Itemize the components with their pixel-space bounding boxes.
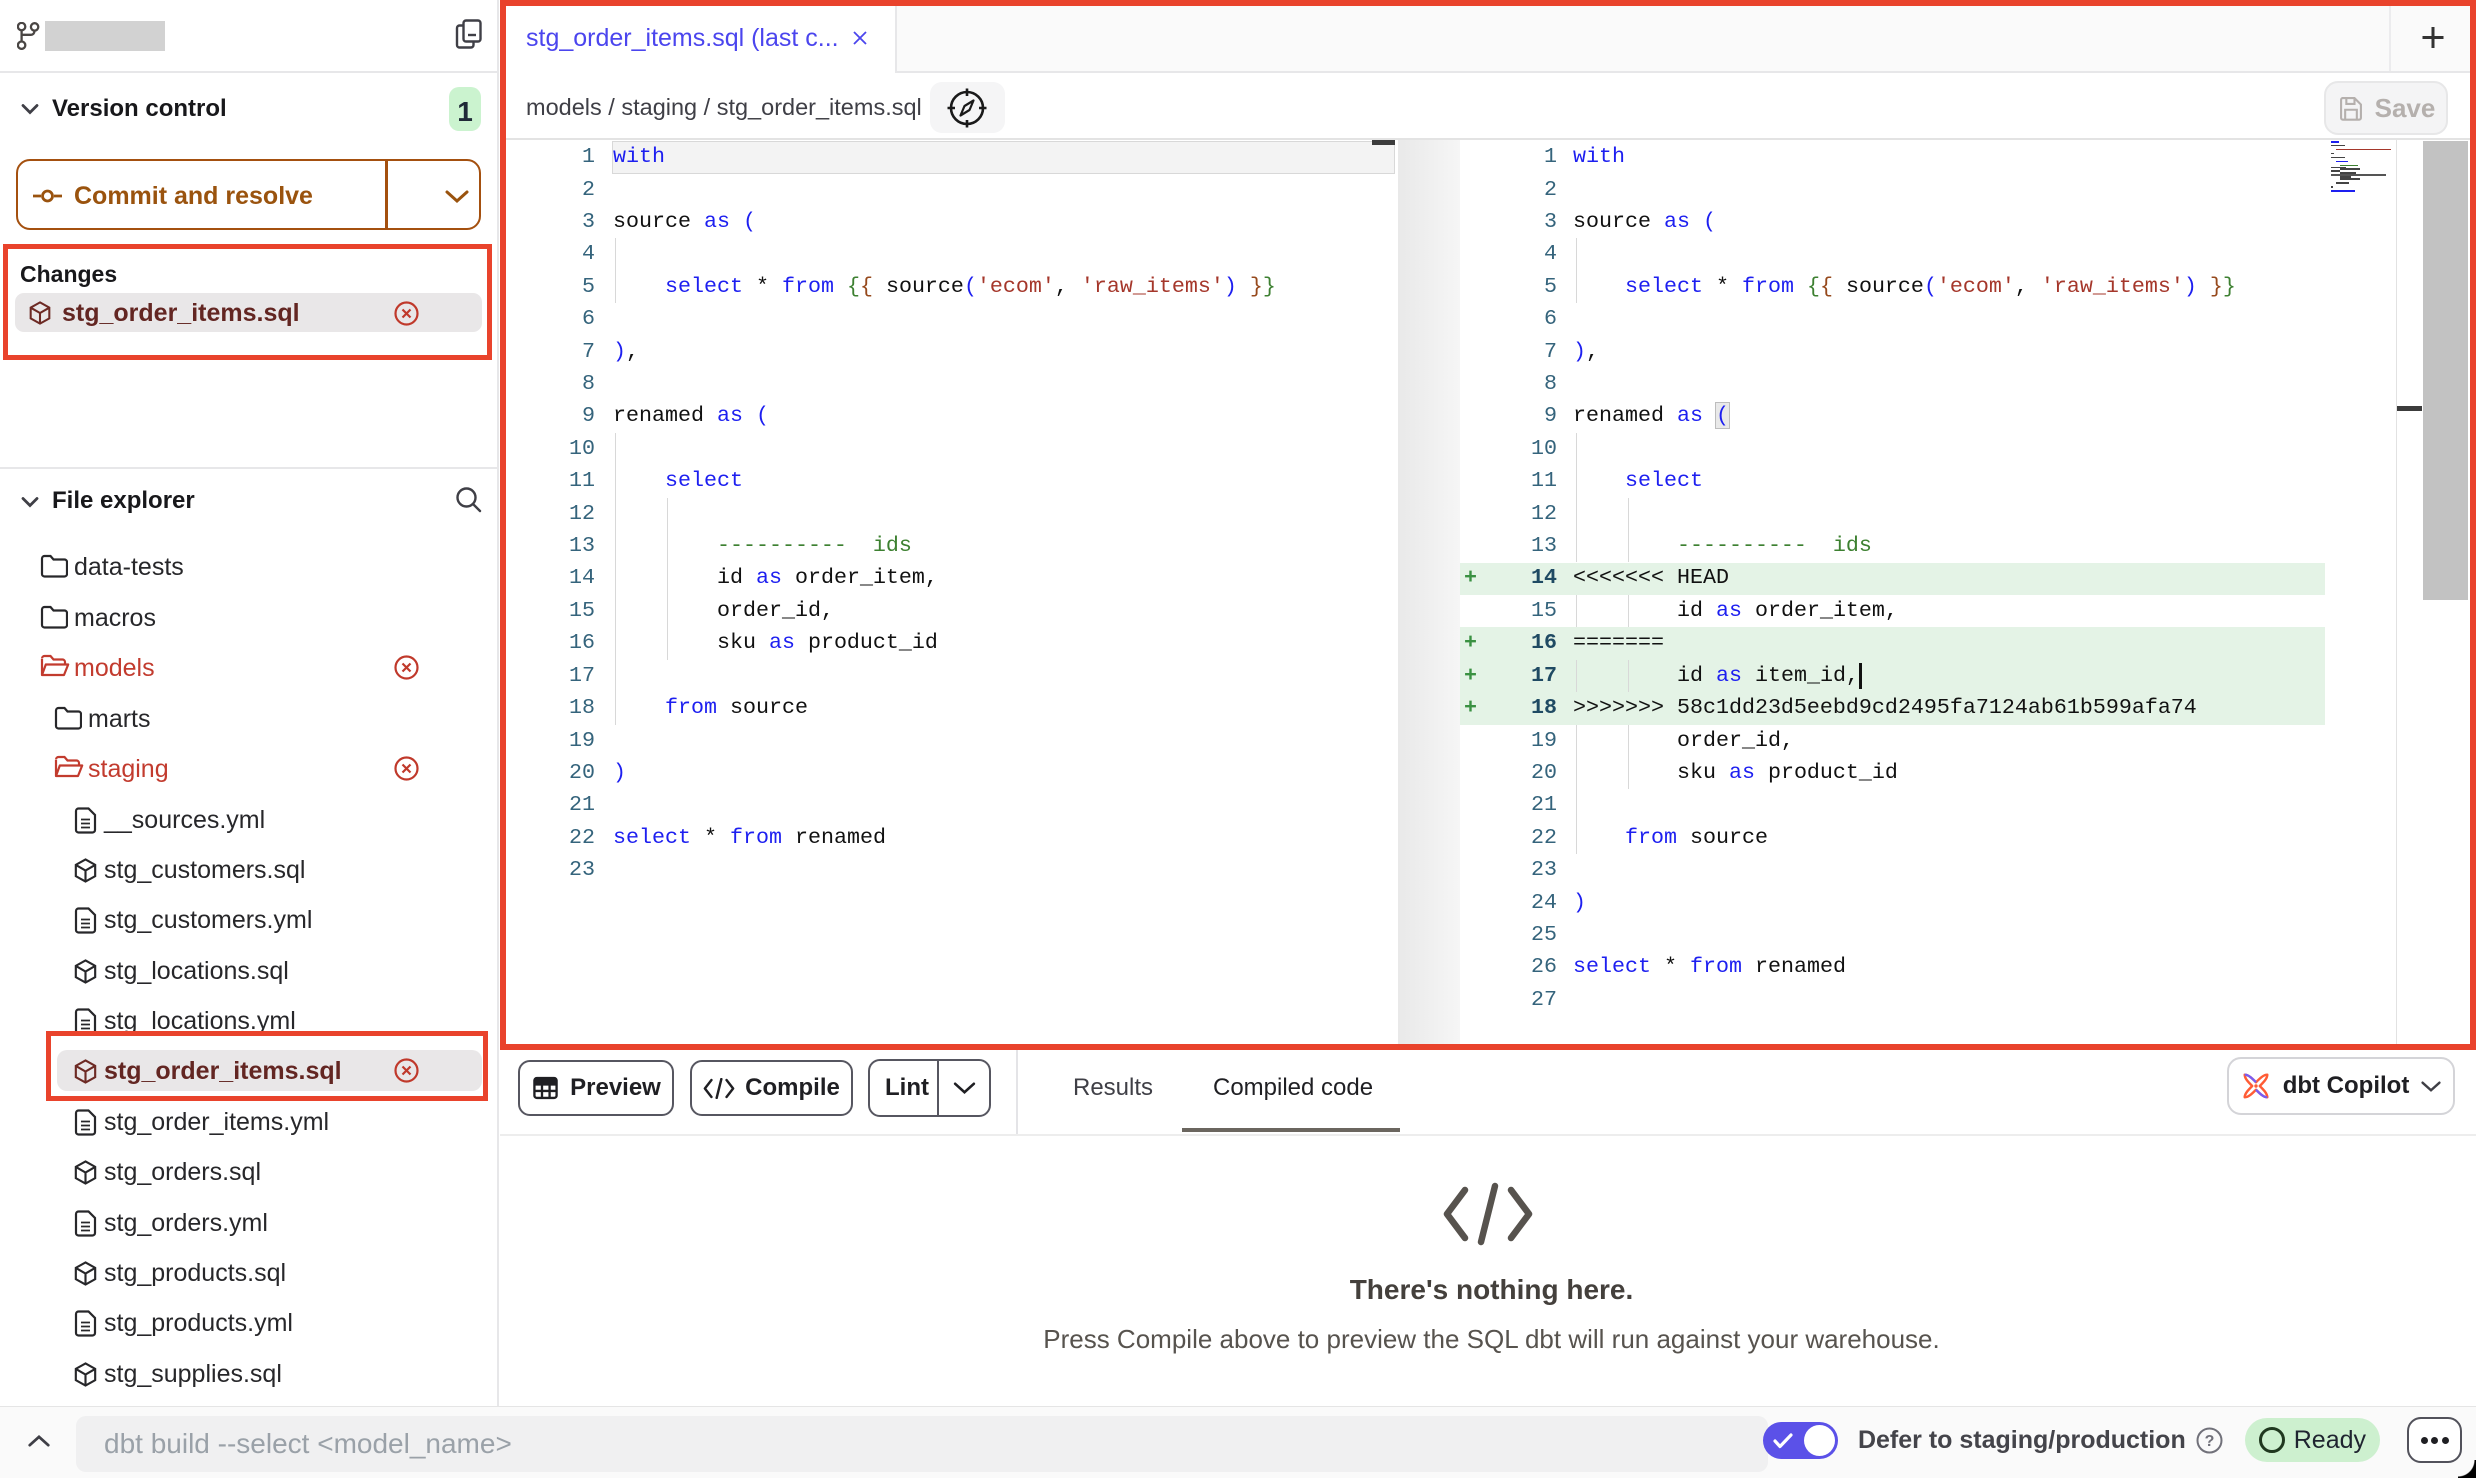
svg-text:?: ? <box>2204 1433 2214 1450</box>
